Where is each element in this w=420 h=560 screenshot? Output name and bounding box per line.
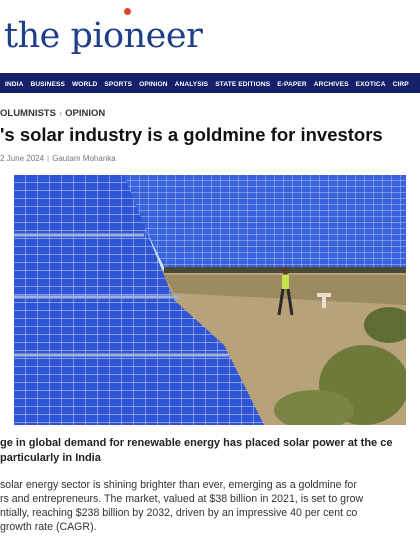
article-meta: 2 June 2024 | Gautam Mohanka [0,154,116,163]
nav-item-cirp[interactable]: CIRP [393,75,409,93]
nav-item-archives[interactable]: ARCHIVES [314,75,349,93]
summary-line: particularly in India [0,452,101,464]
breadcrumb-section[interactable]: OLUMNISTS [0,108,56,119]
article-date: 2 June 2024 [0,154,45,163]
nav-item-state-editions[interactable]: STATE EDITIONS [215,75,270,93]
nav-item-india[interactable]: INDIA [5,75,23,93]
breadcrumb: OLUMNISTS › OPINION [0,108,105,119]
solar-farm-photo [14,175,406,425]
body-line: solar energy sector is shining brighter … [0,479,357,491]
masthead: the pioneer [0,0,420,72]
nav-item-e-paper[interactable]: E-PAPER [277,75,307,93]
main-nav: INDIA BUSINESS WORLD SPORTS OPINION ANALYSIS S… [0,73,420,93]
site-logo[interactable]: the pioneer [4,16,203,56]
breadcrumb-subsection[interactable]: OPINION [65,108,105,119]
summary-line: ge in global demand for renewable energy… [0,437,393,449]
article-body: solar energy sector is shining brighter … [0,478,420,534]
body-line: rs and entrepreneurs. The market, valued… [0,493,364,505]
nav-item-sports[interactable]: SPORTS [104,75,132,93]
nav-item-business[interactable]: BUSINESS [30,75,65,93]
nav-item-opinion[interactable]: OPINION [139,75,168,93]
article-headline: 's solar industry is a goldmine for inve… [0,124,383,145]
body-line: growth rate (CAGR). [0,521,97,533]
article-author[interactable]: Gautam Mohanka [52,154,116,163]
nav-item-exotica[interactable]: EXOTICA [356,75,386,93]
breadcrumb-separator: › [58,108,63,119]
body-line: ntially, reaching $238 billion by 2032, … [0,507,358,519]
nav-item-analysis[interactable]: ANALYSIS [175,75,209,93]
hero-image [14,175,406,425]
nav-item-world[interactable]: WORLD [72,75,97,93]
article-summary: ge in global demand for renewable energy… [0,436,420,466]
logo-dot-icon [124,8,131,15]
